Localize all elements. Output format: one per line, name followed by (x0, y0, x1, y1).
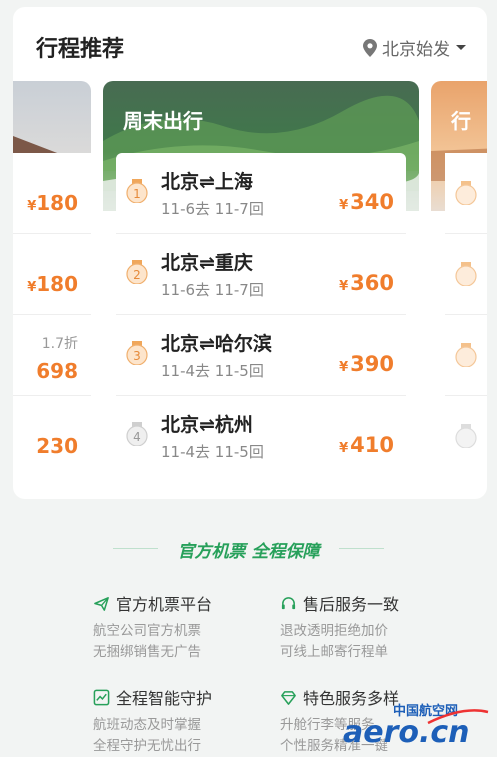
panel-previous[interactable]: ¥180 ¥180 1.7折 698 230 (13, 81, 91, 481)
list-item[interactable]: ¥180 (13, 234, 91, 315)
route-price: ¥360 (339, 271, 394, 295)
departure-city-label: 北京始发 (382, 40, 450, 60)
list-item[interactable] (445, 153, 487, 234)
route-dates: 11-6去 11-7回 (161, 200, 264, 218)
panel-title: 周末出行 (123, 109, 203, 133)
panel-title: 行 (451, 109, 471, 133)
feature-desc-line: 退改透明拒绝加价 (280, 623, 388, 639)
route-name: 北京⇌重庆 (161, 252, 253, 274)
plane-icon (94, 596, 109, 611)
feature-desc-line: 航班动态及时掌握 (93, 717, 201, 733)
discount-label: 1.7折 (41, 336, 78, 352)
list-item[interactable]: 230 (13, 396, 91, 476)
slogan: 官方机票 全程保障 (177, 542, 320, 562)
route-price: 230 (36, 434, 78, 458)
feature-desc-line: 无捆绑销售无广告 (93, 644, 201, 660)
route-name: 北京⇌哈尔滨 (161, 333, 272, 355)
route-price: 698 (36, 359, 78, 383)
route-dates: 11-4去 11-5回 (161, 443, 264, 461)
route-name: 北京⇌杭州 (161, 414, 253, 436)
gold-medal-icon (455, 181, 477, 205)
rank-number: 4 (133, 430, 141, 444)
rank-number: 1 (133, 187, 141, 201)
silver-medal-icon: 2 (126, 260, 148, 284)
next-route-list (445, 153, 487, 476)
rank-number: 2 (133, 268, 141, 282)
route-price: ¥390 (339, 352, 394, 376)
watermark-domain-text: aero.cn (343, 715, 470, 748)
route-dates: 11-4去 11-5回 (161, 362, 264, 380)
departure-city-selector[interactable]: 北京始发 (363, 35, 467, 60)
feature-smart-guard: 全程智能守护 航班动态及时掌握 全程守护无忧出行 (93, 685, 293, 757)
route-name: 北京⇌上海 (161, 171, 253, 193)
location-pin-icon (363, 38, 377, 57)
route-row-4[interactable]: 4 北京⇌杭州 11-4去 11-5回 ¥410 (116, 396, 406, 476)
route-row-3[interactable]: 3 北京⇌哈尔滨 11-4去 11-5回 ¥390 (116, 315, 406, 396)
grey-medal-icon (455, 424, 477, 448)
grey-medal-icon: 4 (126, 422, 148, 446)
route-price: ¥410 (339, 433, 394, 457)
chart-icon (93, 689, 110, 705)
feature-official-tickets: 官方机票平台 航空公司官方机票 无捆绑销售无广告 (93, 591, 293, 663)
feature-title: 售后服务一致 (303, 595, 400, 614)
bronze-medal-icon: 3 (126, 341, 148, 365)
list-item[interactable] (445, 234, 487, 315)
silver-medal-icon (455, 262, 477, 286)
panel-next[interactable]: 行 (431, 81, 487, 481)
route-price: ¥180 (27, 272, 78, 296)
headset-icon (281, 596, 296, 609)
rank-number: 3 (133, 349, 141, 363)
route-carousel[interactable]: ¥180 ¥180 1.7折 698 230 周末出行 1 北京⇌上海 11-6… (13, 81, 487, 485)
divider (339, 548, 384, 549)
caret-down-icon (456, 44, 466, 50)
feature-desc-line: 可线上邮寄行程单 (280, 644, 388, 660)
route-price: ¥180 (27, 191, 78, 215)
feature-title: 官方机票平台 (116, 595, 213, 614)
route-row-2[interactable]: 2 北京⇌重庆 11-6去 11-7回 ¥360 (116, 234, 406, 315)
aero-cn-watermark: 中国航空网 aero.cn (343, 703, 489, 748)
list-item[interactable] (445, 396, 487, 476)
route-row-1[interactable]: 1 北京⇌上海 11-6去 11-7回 ¥340 (116, 153, 406, 234)
gold-medal-icon: 1 (126, 179, 148, 203)
feature-after-sales: 售后服务一致 退改透明拒绝加价 可线上邮寄行程单 (280, 591, 480, 663)
panel-weekend-trip[interactable]: 周末出行 1 北京⇌上海 11-6去 11-7回 ¥340 2 北京⇌重庆 11… (103, 81, 419, 481)
page-title: 行程推荐 (36, 37, 125, 62)
list-item[interactable]: ¥180 (13, 153, 91, 234)
feature-title: 全程智能守护 (116, 689, 213, 708)
route-price: ¥340 (339, 190, 394, 214)
previous-route-list: ¥180 ¥180 1.7折 698 230 (13, 153, 91, 476)
feature-desc-line: 航空公司官方机票 (93, 623, 201, 639)
bronze-medal-icon (455, 343, 477, 367)
list-item[interactable] (445, 315, 487, 396)
list-item[interactable]: 1.7折 698 (13, 315, 91, 396)
trip-recommend-card: 行程推荐 北京始发 ¥180 ¥180 1.7折 698 230 周末出行 1 … (13, 7, 487, 499)
route-list: 1 北京⇌上海 11-6去 11-7回 ¥340 2 北京⇌重庆 11-6去 1… (116, 153, 406, 476)
route-dates: 11-6去 11-7回 (161, 281, 264, 299)
diamond-icon (281, 690, 296, 705)
